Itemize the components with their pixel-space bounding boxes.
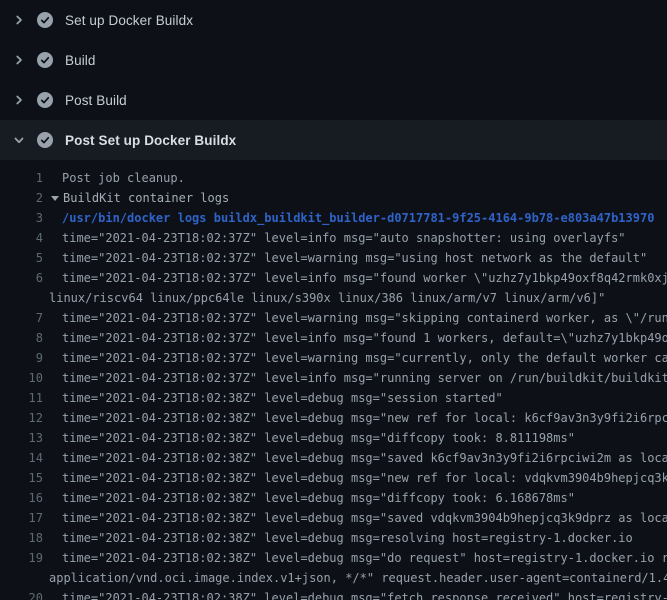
log-line-text: time="2021-04-23T18:02:38Z" level=debug … [62, 488, 575, 508]
step-list: Set up Docker Buildx Build Post Build Post … [0, 0, 667, 160]
log-line: 2 BuildKit container logs [0, 188, 667, 208]
log-line-number[interactable]: 16 [0, 488, 43, 508]
log-line-text: linux/riscv64 linux/ppc64le linux/s390x … [49, 288, 605, 308]
log-line-number[interactable]: 2 [0, 188, 43, 208]
log-line-number[interactable]: 11 [0, 388, 43, 408]
chevron-right-icon [13, 14, 25, 26]
step-title: Build [65, 53, 96, 68]
step-title: Post Set up Docker Buildx [65, 133, 236, 148]
log-area: 1 Post job cleanup. 2 BuildKit container lo… [0, 160, 667, 600]
log-line-number[interactable]: 20 [0, 588, 43, 600]
log-line: 14 time="2021-04-23T18:02:38Z" level=debu… [0, 448, 667, 468]
log-line-text: Post job cleanup. [62, 168, 185, 188]
log-line-number[interactable]: 19 [0, 548, 43, 568]
log-line-text: time="2021-04-23T18:02:37Z" level=warnin… [62, 348, 667, 368]
log-line-text: time="2021-04-23T18:02:38Z" level=debug … [62, 448, 667, 468]
log-line: 1 Post job cleanup. [0, 168, 667, 188]
log-line-text: time="2021-04-23T18:02:37Z" level=warnin… [62, 248, 647, 268]
log-line: 3/usr/bin/docker logs buildx_buildkit_bu… [0, 208, 667, 228]
log-line-number[interactable]: 5 [0, 248, 43, 268]
log-line-text: time="2021-04-23T18:02:38Z" level=debug … [62, 588, 667, 600]
log-line: 20 time="2021-04-23T18:02:38Z" level=debu… [0, 588, 667, 600]
chevron-right-icon [13, 94, 25, 106]
log-line: 5 time="2021-04-23T18:02:37Z" level=warni… [0, 248, 667, 268]
log-line-text: time="2021-04-23T18:02:38Z" level=debug … [62, 408, 667, 428]
log-line-text: time="2021-04-23T18:02:37Z" level=warnin… [62, 308, 667, 328]
log-line: 11 time="2021-04-23T18:02:38Z" level=debu… [0, 388, 667, 408]
log-line-number[interactable]: 3 [0, 208, 43, 228]
log-line-text: time="2021-04-23T18:02:38Z" level=debug … [62, 468, 667, 488]
log-line-number[interactable]: 13 [0, 428, 43, 448]
log-line-text: time="2021-04-23T18:02:38Z" level=debug … [62, 388, 503, 408]
log-line-text: time="2021-04-23T18:02:37Z" level=info m… [62, 268, 667, 288]
step-row-set-up-docker-buildx[interactable]: Set up Docker Buildx [0, 0, 667, 40]
chevron-down-icon [13, 134, 25, 146]
group-caret-icon [51, 196, 59, 201]
log-line-text: time="2021-04-23T18:02:38Z" level=debug … [62, 428, 575, 448]
log-line-continuation: application/vnd.oci.image.index.v1+json,… [0, 568, 667, 588]
log-line-number[interactable]: 4 [0, 228, 43, 248]
chevron-right-icon [13, 54, 25, 66]
log-line-number[interactable]: 6 [0, 268, 43, 288]
log-line-number[interactable]: 17 [0, 508, 43, 528]
log-line: 6 time="2021-04-23T18:02:37Z" level=info … [0, 268, 667, 288]
log-line-text: time="2021-04-23T18:02:37Z" level=info m… [62, 368, 667, 388]
log-line: 12 time="2021-04-23T18:02:38Z" level=debu… [0, 408, 667, 428]
log-line: 9 time="2021-04-23T18:02:37Z" level=warni… [0, 348, 667, 368]
log-line: 4 time="2021-04-23T18:02:37Z" level=info … [0, 228, 667, 248]
log-line: 16 time="2021-04-23T18:02:38Z" level=debu… [0, 488, 667, 508]
log-line: 13 time="2021-04-23T18:02:38Z" level=debu… [0, 428, 667, 448]
log-line-number[interactable]: 1 [0, 168, 43, 188]
check-circle-icon [37, 12, 53, 28]
log-line-text: time="2021-04-23T18:02:37Z" level=info m… [62, 228, 626, 248]
log-line: 17 time="2021-04-23T18:02:38Z" level=debu… [0, 508, 667, 528]
step-row-post-set-up-docker-buildx[interactable]: Post Set up Docker Buildx [0, 120, 667, 160]
log-line: 10 time="2021-04-23T18:02:37Z" level=info… [0, 368, 667, 388]
check-circle-icon [37, 52, 53, 68]
check-circle-icon [37, 132, 53, 148]
log-line-text: time="2021-04-23T18:02:37Z" level=info m… [62, 328, 667, 348]
log-line-number[interactable]: 8 [0, 328, 43, 348]
log-line-text: application/vnd.oci.image.index.v1+json,… [49, 568, 667, 588]
log-line-number[interactable]: 9 [0, 348, 43, 368]
log-group-title[interactable]: BuildKit container logs [63, 188, 229, 208]
log-line-text: time="2021-04-23T18:02:38Z" level=debug … [62, 528, 633, 548]
log-line-number[interactable]: 18 [0, 528, 43, 548]
log-line-number[interactable]: 7 [0, 308, 43, 328]
log-line: 8 time="2021-04-23T18:02:37Z" level=info … [0, 328, 667, 348]
log-line-text: time="2021-04-23T18:02:38Z" level=debug … [62, 508, 667, 528]
log-line: 19 time="2021-04-23T18:02:38Z" level=debu… [0, 548, 667, 568]
log-line-continuation: linux/riscv64 linux/ppc64le linux/s390x … [0, 288, 667, 308]
log-line: 18 time="2021-04-23T18:02:38Z" level=debu… [0, 528, 667, 548]
log-line-text: time="2021-04-23T18:02:38Z" level=debug … [62, 548, 667, 568]
log-line-number[interactable]: 15 [0, 468, 43, 488]
log-line-number[interactable]: 14 [0, 448, 43, 468]
step-row-post-build[interactable]: Post Build [0, 80, 667, 120]
log-line-number[interactable]: 12 [0, 408, 43, 428]
step-row-build[interactable]: Build [0, 40, 667, 80]
log-line-number[interactable]: 10 [0, 368, 43, 388]
log-command-text: /usr/bin/docker logs buildx_buildkit_bui… [62, 208, 654, 228]
log-line: 15 time="2021-04-23T18:02:38Z" level=debu… [0, 468, 667, 488]
step-title: Post Build [65, 93, 127, 108]
step-title: Set up Docker Buildx [65, 13, 193, 28]
log-line: 7 time="2021-04-23T18:02:37Z" level=warni… [0, 308, 667, 328]
check-circle-icon [37, 92, 53, 108]
